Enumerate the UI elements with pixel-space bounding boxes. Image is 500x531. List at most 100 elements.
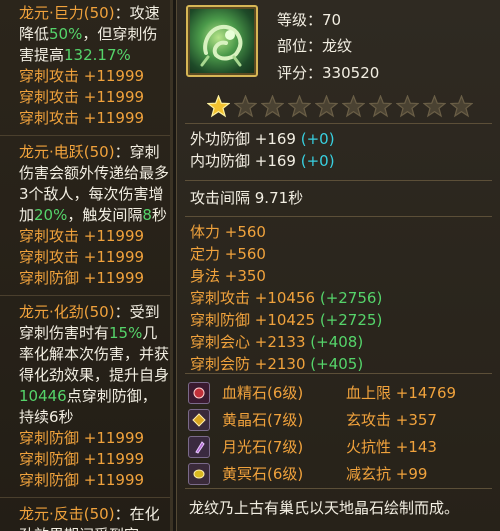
blood-gem-icon: [188, 381, 210, 404]
skill-value: 20%: [34, 206, 68, 224]
item-header: 等级：70 部位：龙纹 评分：330520: [177, 0, 500, 90]
item-flavor-text: 龙纹乃上古有巢氏以天地晶石绘制而成。: [189, 499, 460, 517]
extra-attr-bonus: (+405): [310, 355, 364, 373]
gem-effect: 火抗性 +143: [346, 438, 437, 456]
level-label: 等级：: [277, 11, 323, 29]
score-value: 330520: [322, 64, 380, 82]
skill-stat: 穿刺攻击 +11999: [19, 88, 145, 106]
gem-effect: 玄攻击 +357: [346, 411, 437, 429]
skill-stat: 穿刺防御 +11999: [19, 269, 145, 287]
defense-bonus: (+0): [300, 152, 335, 170]
extra-attr-label: 穿刺防御 +10425: [190, 311, 316, 329]
gem-name: 月光石(7级): [222, 438, 304, 456]
gem-name: 血精石(6级): [222, 384, 304, 402]
skill-entry: 龙元·电跃(50)：穿刺伤害会额外传递给最多3个敌人，每次伤害增加20%，触发间…: [0, 136, 170, 296]
skill-name: 龙元·化劲(50): [19, 303, 115, 321]
part-value: 龙纹: [322, 37, 353, 55]
skill-description: 龙元·反击(50)：在化劲效果期间受到穿: [19, 504, 170, 531]
jade-dragon-icon: [186, 5, 258, 77]
skill-value: 15%: [109, 324, 143, 342]
extra-attr: 穿刺会心 +2133 (+408): [190, 331, 382, 353]
skill-value: 50%: [49, 25, 83, 43]
star-empty-icon: [396, 95, 419, 118]
gem-effect: 血上限 +14769: [346, 384, 457, 402]
gem-row: 月光石(7级) 火抗性 +143: [188, 434, 488, 459]
base-attr: 体力 +560: [190, 223, 266, 241]
item-part: 部位：龙纹: [277, 35, 352, 56]
extra-attr-label: 穿刺会心 +2133: [190, 333, 306, 351]
skill-value: 132.17%: [64, 46, 131, 64]
skill-name: 龙元·巨力(50): [19, 4, 115, 22]
gem-list: 血精石(6级) 血上限 +14769 黄晶石(7级) 玄攻击 +357 月光石(…: [188, 380, 488, 488]
base-attr: 定力 +560: [190, 245, 266, 263]
extra-attr-bonus: (+408): [310, 333, 364, 351]
divider: [185, 180, 492, 181]
gem-row: 血精石(6级) 血上限 +14769: [188, 380, 488, 405]
defense-block: 外功防御 +169 (+0) 内功防御 +169 (+0): [190, 128, 335, 172]
skill-entry: 龙元·化劲(50)：受到穿刺伤害时有15%几率化解本次伤害，并获得化劲效果，提升…: [0, 296, 170, 498]
star-empty-icon: [423, 95, 446, 118]
gem-row: 黄晶石(7级) 玄攻击 +357: [188, 407, 488, 432]
part-label: 部位：: [277, 37, 323, 55]
star-empty-icon: [450, 95, 473, 118]
extra-attr-label: 穿刺攻击 +10456: [190, 289, 316, 307]
extra-attr: 穿刺攻击 +10456 (+2756): [190, 287, 382, 309]
skill-list-panel: 龙元·巨力(50)：攻速降低50%，但穿刺伤害提高132.17% 穿刺攻击 +1…: [0, 0, 173, 531]
base-attr: 身法 +350: [190, 267, 266, 285]
skill-stat: 穿刺攻击 +11999: [19, 109, 145, 127]
star-empty-icon: [342, 95, 365, 118]
score-label: 评分：: [277, 64, 323, 82]
amber-gem-icon: [188, 462, 210, 485]
skill-entry: 龙元·反击(50)：在化劲效果期间受到穿: [0, 498, 170, 531]
item-detail-panel: 等级：70 部位：龙纹 评分：330520 外功防御 +169 (+0) 内功防…: [176, 0, 500, 531]
item-level: 等级：70: [277, 9, 341, 30]
star-empty-icon: [369, 95, 392, 118]
level-value: 70: [322, 11, 342, 29]
skill-stat: 穿刺防御 +11999: [19, 450, 145, 468]
star-rating: [207, 95, 473, 118]
extra-attr-bonus: (+2756): [319, 289, 383, 307]
extra-attr-bonus: (+2725): [319, 311, 383, 329]
defense-label: 内功防御 +169: [190, 152, 296, 170]
skill-stat: 穿刺攻击 +11999: [19, 227, 145, 245]
moon-gem-icon: [188, 435, 210, 458]
star-empty-icon: [234, 95, 257, 118]
defense-bonus: (+0): [300, 130, 335, 148]
divider: [185, 373, 492, 374]
star-empty-icon: [288, 95, 311, 118]
item-score: 评分：330520: [277, 62, 379, 83]
gem-row: 黄冥石(6级) 减玄抗 +99: [188, 461, 488, 486]
skill-text: ，触发间隔: [67, 206, 143, 224]
skill-stat: 穿刺防御 +11999: [19, 471, 145, 489]
skill-description: 龙元·巨力(50)：攻速降低50%，但穿刺伤害提高132.17%: [19, 3, 170, 66]
defense-row: 内功防御 +169 (+0): [190, 150, 335, 172]
skill-stat: 穿刺攻击 +11999: [19, 67, 145, 85]
skill-name: 龙元·反击(50): [19, 505, 115, 523]
divider: [185, 216, 492, 217]
skill-value: 8: [142, 206, 152, 224]
attribute-block: 体力 +560 定力 +560 身法 +350 穿刺攻击 +10456 (+27…: [190, 221, 382, 375]
extra-attr: 穿刺会防 +2130 (+405): [190, 353, 382, 375]
skill-entry: 龙元·巨力(50)：攻速降低50%，但穿刺伤害提高132.17% 穿刺攻击 +1…: [0, 0, 170, 136]
extra-attr: 穿刺防御 +10425 (+2725): [190, 309, 382, 331]
skill-description: 龙元·化劲(50)：受到穿刺伤害时有15%几率化解本次伤害，并获得化劲效果，提升…: [19, 302, 170, 428]
divider: [185, 123, 492, 124]
skill-description: 龙元·电跃(50)：穿刺伤害会额外传递给最多3个敌人，每次伤害增加20%，触发间…: [19, 142, 170, 226]
star-empty-icon: [261, 95, 284, 118]
skill-name: 龙元·电跃(50): [19, 143, 115, 161]
extra-attr-label: 穿刺会防 +2130: [190, 355, 306, 373]
defense-row: 外功防御 +169 (+0): [190, 128, 335, 150]
gem-effect: 减玄抗 +99: [346, 465, 428, 483]
defense-label: 外功防御 +169: [190, 130, 296, 148]
star-empty-icon: [315, 95, 338, 118]
skill-stat: 穿刺防御 +11999: [19, 429, 145, 447]
skill-text: 秒: [151, 206, 167, 224]
gem-name: 黄晶石(7级): [222, 411, 304, 429]
skill-stat: 穿刺攻击 +11999: [19, 248, 145, 266]
star-filled-icon: [207, 95, 230, 118]
attack-interval: 攻击间隔 9.71秒: [190, 189, 304, 207]
divider: [185, 488, 492, 489]
skill-value: 10446: [19, 387, 67, 405]
yellow-gem-icon: [188, 408, 210, 431]
gem-name: 黄冥石(6级): [222, 465, 304, 483]
